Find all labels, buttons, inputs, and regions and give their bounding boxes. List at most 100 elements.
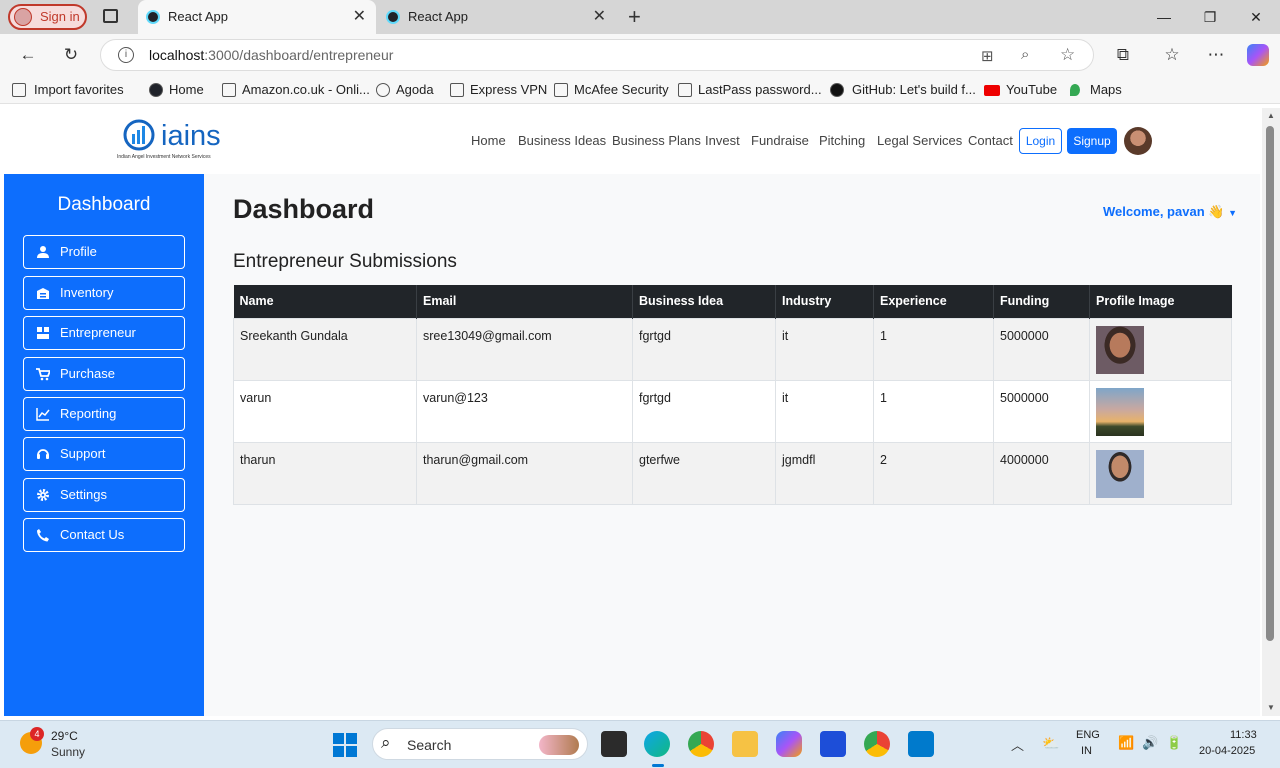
close-tab-icon[interactable]: ✕ [593,0,606,34]
favorite-youtube[interactable]: YouTube [984,76,1057,104]
nav-business-ideas[interactable]: Business Ideas [518,130,606,152]
nav-fundraise[interactable]: Fundraise [751,130,809,152]
chrome-profile-icon[interactable] [864,731,890,757]
nav-business-plans[interactable]: Business Plans [612,130,701,152]
sidebar-item-label: Support [60,446,106,461]
favorite-lastpass[interactable]: LastPass password... [678,76,822,104]
cell-funding: 5000000 [993,317,1090,381]
favorite-expressvpn[interactable]: Express VPN [450,76,547,104]
sidebar-item-contact-us[interactable]: Contact Us [23,518,185,552]
copilot-app-icon[interactable] [776,731,802,757]
tray-chevron-icon[interactable]: ︿ [1011,735,1024,754]
nav-invest[interactable]: Invest [705,130,740,152]
taskbar-search[interactable]: ⌕ Search [372,728,588,760]
favorite-label: GitHub: Let's build f... [852,82,976,97]
react-icon [146,10,160,24]
app-available-icon[interactable]: ⊞ [981,47,994,65]
more-icon[interactable]: ⋯ [1203,42,1229,68]
page-icon [222,83,236,97]
clock-time[interactable]: 11:33 [1230,729,1257,741]
back-icon[interactable]: ← [15,42,41,68]
welcome-dropdown[interactable]: Welcome, pavan 👋 ▼ [1103,204,1237,220]
sidebar-item-support[interactable]: Support [23,437,185,471]
copilot-icon[interactable] [1247,44,1269,66]
file-explorer-icon[interactable] [732,731,758,757]
nav-pitching[interactable]: Pitching [819,130,865,152]
favorite-amazon[interactable]: Amazon.co.uk - Onli... [222,76,370,104]
nav-legal-services[interactable]: Legal Services [877,130,962,152]
url-text[interactable]: localhost:3000/dashboard/entrepreneur [149,40,393,70]
scroll-down-icon[interactable]: ▼ [1267,703,1275,712]
close-window-icon[interactable]: ✕ [1233,0,1279,34]
nav-home[interactable]: Home [471,130,506,152]
site-logo[interactable]: iains Indian Angel Investment Network Se… [117,118,232,164]
favorite-home[interactable]: Home [149,76,204,104]
cell-profile-image [1089,379,1232,443]
sidebar-item-settings[interactable]: Settings [23,478,185,512]
profile-photo [1096,325,1144,374]
close-tab-icon[interactable]: ✕ [353,0,366,34]
cell-name: tharun [233,441,417,505]
battery-icon[interactable]: 🔋 [1166,735,1182,751]
page-scrollbar[interactable]: ▲ ▼ [1262,108,1280,716]
favorite-mcafee[interactable]: McAfee Security [554,76,669,104]
tab-react-app-2[interactable]: React App ✕ [378,0,616,34]
tab-react-app-1[interactable]: React App ✕ [138,0,376,34]
user-avatar[interactable] [1124,127,1152,155]
scrollbar-thumb[interactable] [1266,126,1274,641]
signup-button[interactable]: Signup [1067,128,1117,154]
sidebar-item-profile[interactable]: Profile [23,235,185,269]
tab-actions-icon[interactable] [103,9,118,23]
favorite-label: Express VPN [470,82,548,97]
caret-down-icon: ▼ [1228,208,1237,218]
sidebar-item-purchase[interactable]: Purchase [23,357,185,391]
cell-profile-image [1089,317,1232,381]
address-bar[interactable]: i localhost:3000/dashboard/entrepreneur … [100,39,1094,71]
wifi-icon[interactable]: 📶 [1118,735,1134,751]
restore-icon[interactable]: ❐ [1187,0,1233,34]
maps-icon [1070,84,1080,96]
extensions-icon[interactable]: ⧉ [1110,42,1136,68]
login-button[interactable]: Login [1019,128,1062,154]
windows-start-icon[interactable] [333,733,357,757]
submissions-table: Name Email Business Idea Industry Experi… [233,285,1232,505]
profile-icon [14,8,32,26]
volume-icon[interactable]: 🔊 [1142,735,1158,751]
github-icon [830,83,844,97]
search-label: Search [407,737,452,753]
scroll-up-icon[interactable]: ▲ [1267,111,1275,120]
sidebar-item-entrepreneur[interactable]: Entrepreneur [23,316,185,350]
language-label[interactable]: ENG [1076,729,1100,741]
cell-name: varun [233,379,417,443]
task-view-icon[interactable] [601,731,627,757]
signin-button[interactable]: Sign in [8,4,87,30]
headset-icon [37,449,49,459]
favorite-github[interactable]: GitHub: Let's build f... [830,76,976,104]
region-label: IN [1081,745,1092,757]
store-icon[interactable] [820,731,846,757]
sidebar-item-inventory[interactable]: Inventory [23,276,185,310]
cell-business-idea: fgrtgd [632,379,776,443]
favorite-maps[interactable]: Maps [1070,76,1122,104]
logo-globe-icon [123,119,155,151]
cell-email: varun@123 [416,379,633,443]
chrome-icon[interactable] [688,731,714,757]
favorite-import[interactable]: Import favorites [12,76,124,104]
cell-funding: 5000000 [993,379,1090,443]
network-tray-icon[interactable]: ⛅ [1042,735,1059,752]
cell-profile-image [1089,441,1232,505]
favorite-agoda[interactable]: Agoda [376,76,434,104]
nav-contact[interactable]: Contact [968,130,1013,152]
favorite-star-icon[interactable]: ☆ [1060,45,1075,65]
sidebar-item-label: Purchase [60,366,115,381]
minimize-icon[interactable]: — [1141,0,1187,34]
vscode-icon[interactable] [908,731,934,757]
favorites-icon[interactable]: ☆ [1159,42,1185,68]
edge-icon[interactable] [644,731,670,757]
info-icon[interactable]: i [118,47,134,63]
zoom-icon[interactable]: ⌕ [1021,46,1029,63]
search-icon: ⌕ [381,733,391,752]
sidebar-item-reporting[interactable]: Reporting [23,397,185,431]
reload-icon[interactable]: ↻ [58,42,84,68]
new-tab-icon[interactable]: + [628,4,641,30]
